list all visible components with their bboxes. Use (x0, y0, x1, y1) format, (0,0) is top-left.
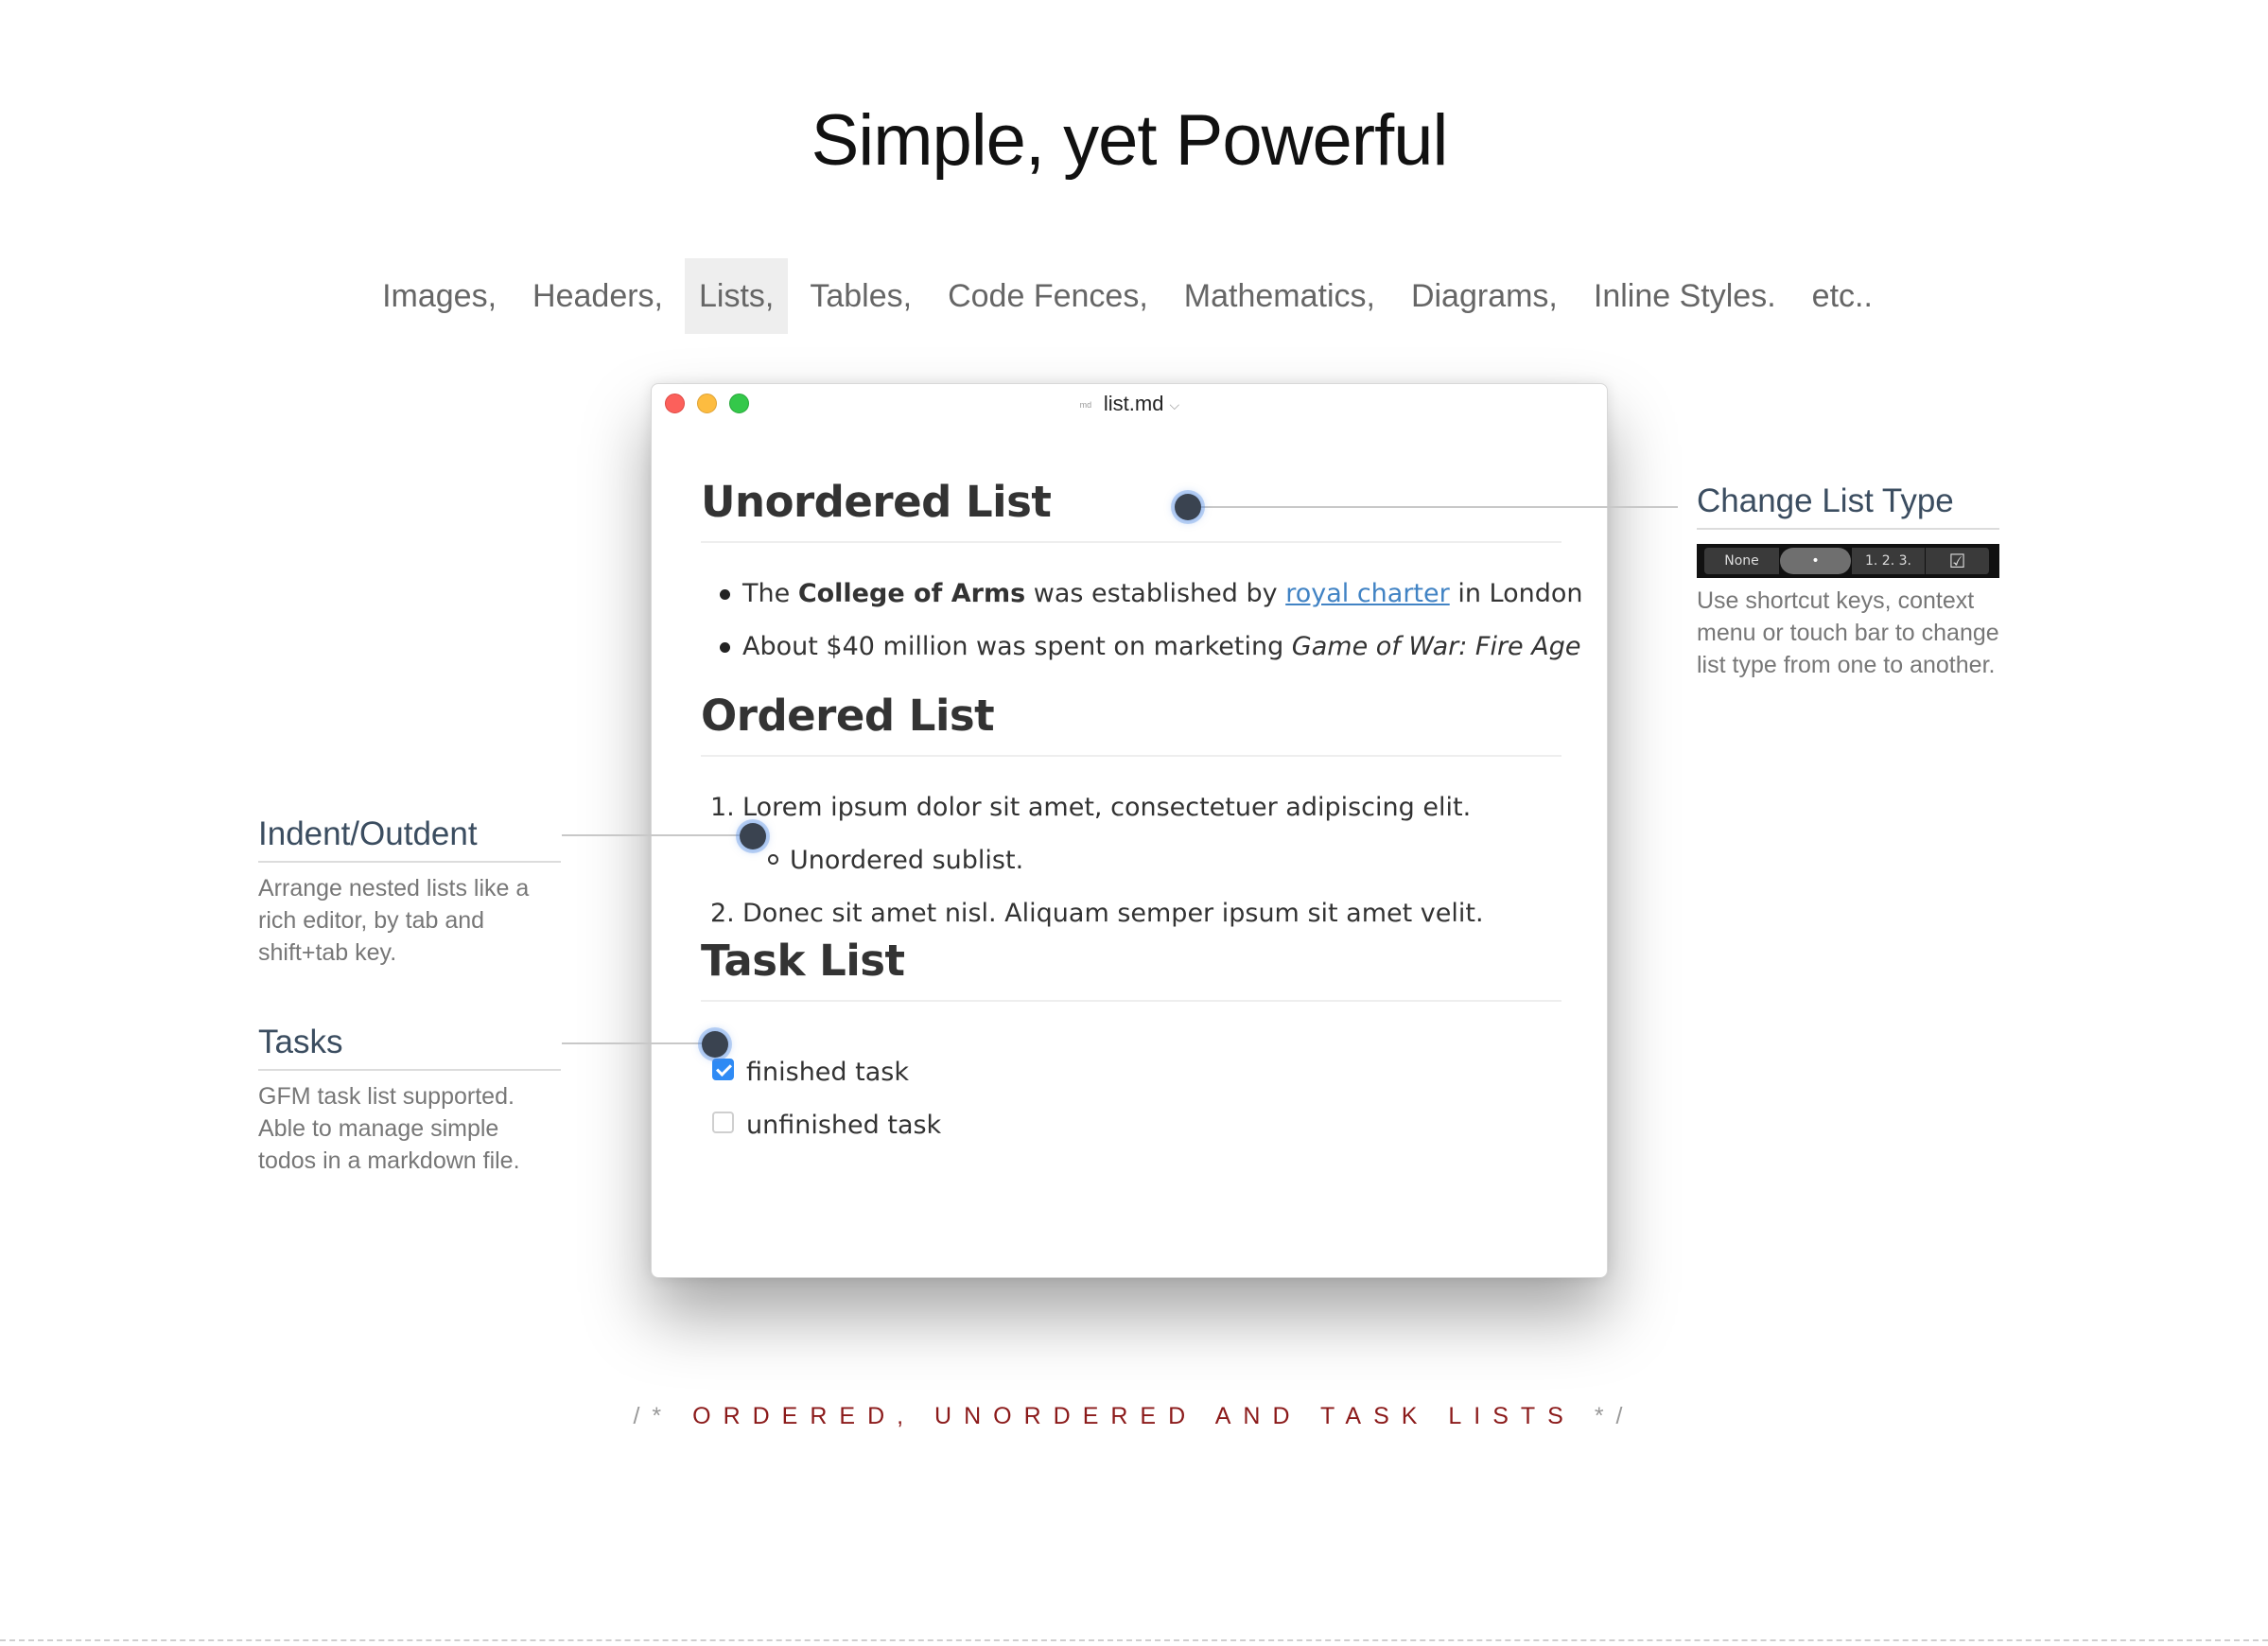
leader-line (1188, 506, 1678, 508)
features-nav: Images, Headers, Lists, Tables, Code Fen… (0, 257, 2268, 335)
annotation-desc-change-list-type: Use shortcut keys, context menu or touch… (1697, 587, 1999, 678)
heading-ordered-list[interactable]: Ordered List (701, 691, 1561, 757)
feature-inline-styles[interactable]: Inline Styles. (1579, 258, 1790, 334)
chevron-down-icon[interactable]: ⌵ (1169, 397, 1179, 412)
feature-lists[interactable]: Lists, (685, 258, 789, 334)
bold-text: College of Arms (797, 579, 1026, 608)
annotation-desc-indent: Arrange nested lists like a rich editor,… (258, 875, 530, 966)
editor-window: md list.md ⌵ Unordered List The College of… (651, 383, 1608, 1278)
touchbar-task-button[interactable]: ☑ (1926, 548, 1990, 574)
task-checkbox-unchecked[interactable] (712, 1112, 734, 1133)
hollow-bullet-icon (768, 854, 778, 865)
list-item[interactable]: About $40 million was spent on marketing… (742, 630, 1580, 664)
section-caption: /* ORDERED, UNORDERED AND TASK LISTS */ (633, 1403, 1635, 1429)
touchbar-none-button[interactable]: None (1704, 548, 1780, 574)
feature-mathematics[interactable]: Mathematics, (1170, 258, 1389, 334)
bullet-icon (720, 589, 730, 600)
task-item[interactable]: finished task (746, 1056, 909, 1090)
section-divider (0, 1639, 2268, 1641)
heading-task-list[interactable]: Task List (701, 936, 1561, 1002)
feature-headers[interactable]: Headers, (518, 258, 677, 334)
feature-code-fences[interactable]: Code Fences, (933, 258, 1162, 334)
list-item[interactable]: Lorem ipsum dolor sit amet, consectetuer… (742, 791, 1471, 825)
list-number: 1. (710, 793, 735, 822)
task-checkbox-checked[interactable] (712, 1059, 734, 1080)
page-title: Simple, yet Powerful (811, 100, 1449, 181)
feature-tables[interactable]: Tables, (795, 258, 926, 334)
annotation-desc-tasks: GFM task list supported. Able to manage … (258, 1083, 520, 1174)
annotation-title-indent: Indent/Outdent (258, 815, 561, 863)
list-item[interactable]: Donec sit amet nisl. Aliquam semper ipsu… (742, 897, 1484, 931)
touchbar-ordered-button[interactable]: 1. 2. 3. (1852, 548, 1926, 574)
hotspot-change-list-type (1175, 494, 1201, 520)
feature-images[interactable]: Images, (368, 258, 511, 334)
hotspot-indent (740, 823, 766, 849)
annotation-title-tasks: Tasks (258, 1024, 561, 1071)
list-number: 2. (710, 899, 735, 928)
list-item[interactable]: The College of Arms was established by r… (742, 577, 1582, 611)
touchbar-bullet-button[interactable]: • (1780, 548, 1852, 574)
leader-line (562, 1042, 709, 1044)
page: Simple, yet Powerful Images, Headers, Li… (0, 0, 2268, 1646)
document-title[interactable]: md list.md ⌵ (652, 390, 1607, 419)
royal-charter-link[interactable]: royal charter (1285, 579, 1450, 608)
feature-etc[interactable]: etc.. (1798, 258, 1887, 334)
markdown-file-icon: md (1079, 400, 1092, 411)
leader-line (562, 834, 747, 836)
italic-text: Game of War: Fire Age (1291, 632, 1581, 661)
document-filename: list.md (1103, 392, 1164, 415)
task-item[interactable]: unfinished task (746, 1109, 941, 1143)
window-titlebar[interactable]: md list.md ⌵ (652, 384, 1607, 424)
touchbar-list-type: None • 1. 2. 3. ☑ (1697, 544, 1999, 578)
annotation-title-change-list-type: Change List Type (1697, 482, 1999, 530)
feature-diagrams[interactable]: Diagrams, (1397, 258, 1572, 334)
hotspot-tasks (702, 1031, 728, 1058)
sublist-item[interactable]: Unordered sublist. (790, 844, 1023, 878)
bullet-icon (720, 642, 730, 653)
heading-unordered-list[interactable]: Unordered List (701, 477, 1561, 543)
